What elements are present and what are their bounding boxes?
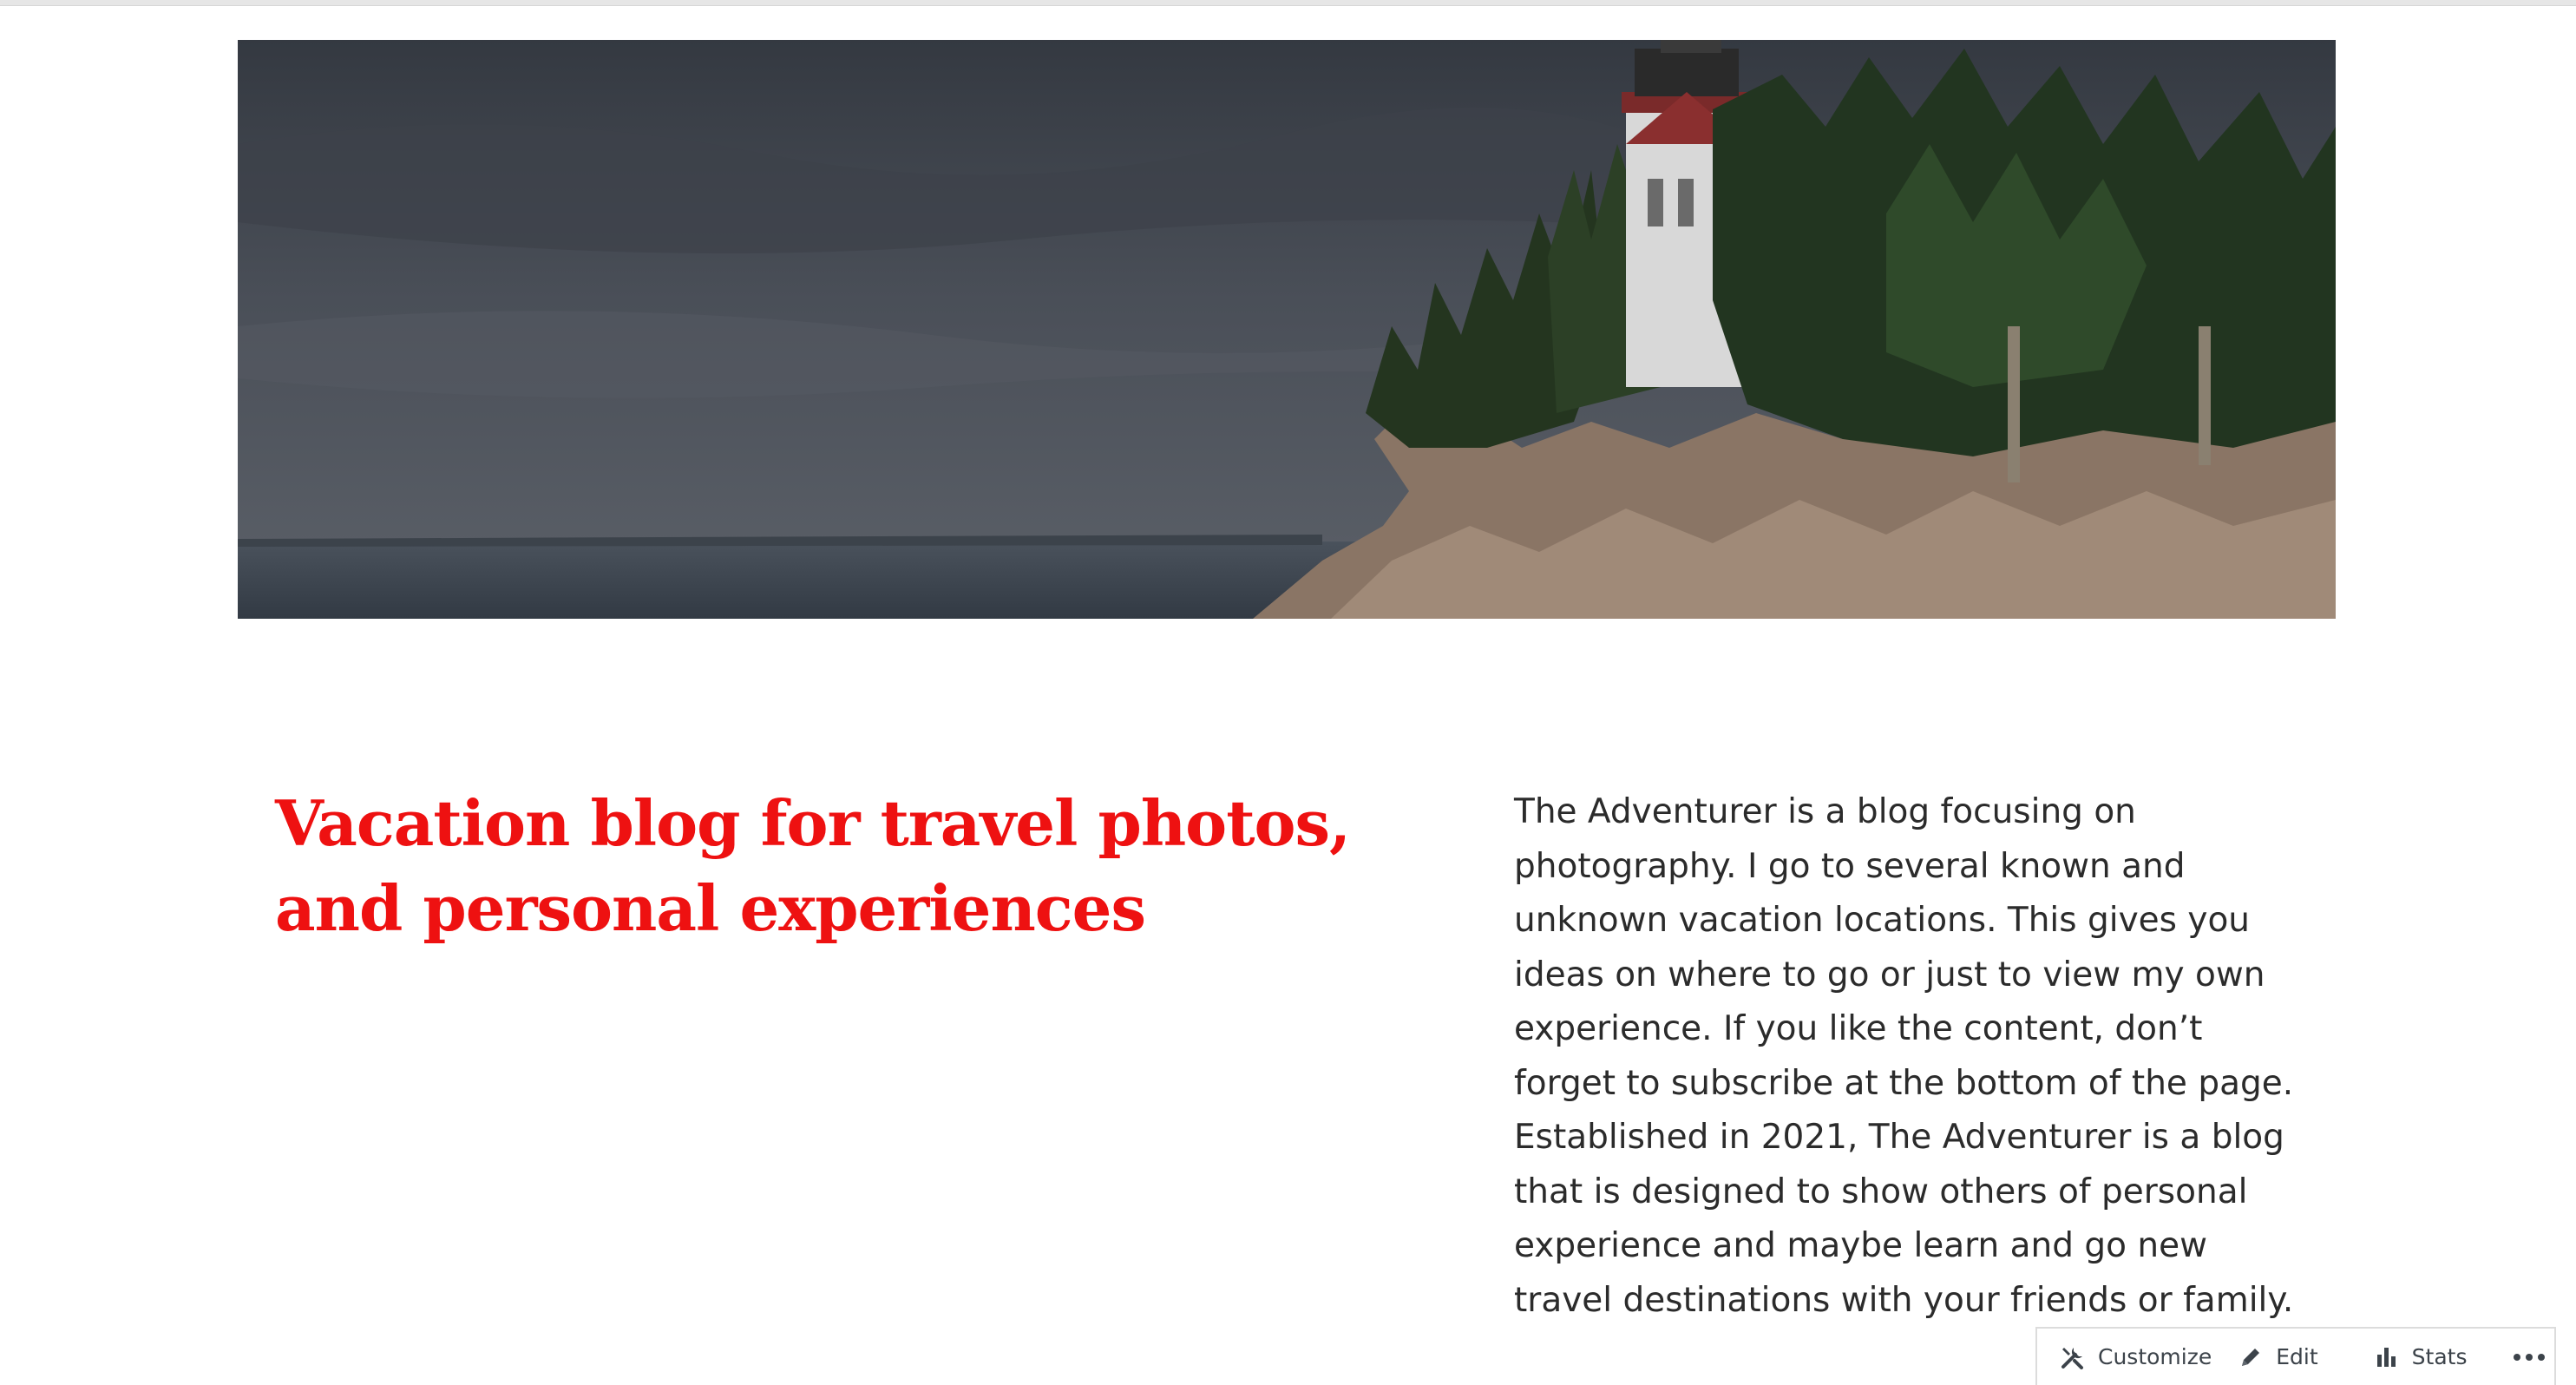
admin-bar: Customize Edit Stats — [2035, 1327, 2556, 1385]
about-paragraph: The Adventurer is a blog focusing on pho… — [1514, 792, 2294, 1320]
pencil-icon — [2242, 1348, 2260, 1366]
bar-chart-icon — [2376, 1347, 2396, 1367]
customize-label: Customize — [2098, 1344, 2212, 1369]
stats-button[interactable]: Stats — [2374, 1329, 2468, 1385]
lighthouse-coastline-photo — [238, 40, 2336, 619]
ellipsis-icon — [2514, 1353, 2546, 1361]
header-image — [238, 40, 2336, 619]
stats-label: Stats — [2411, 1344, 2468, 1369]
page-headline: Vacation blog for travel photos, and per… — [275, 786, 1351, 945]
customize-button[interactable]: Customize — [2060, 1329, 2212, 1385]
edit-button[interactable]: Edit — [2238, 1329, 2318, 1385]
edit-label: Edit — [2276, 1344, 2318, 1369]
more-options-button[interactable] — [2512, 1329, 2559, 1385]
top-border — [0, 0, 2576, 6]
tools-icon — [2061, 1347, 2083, 1369]
